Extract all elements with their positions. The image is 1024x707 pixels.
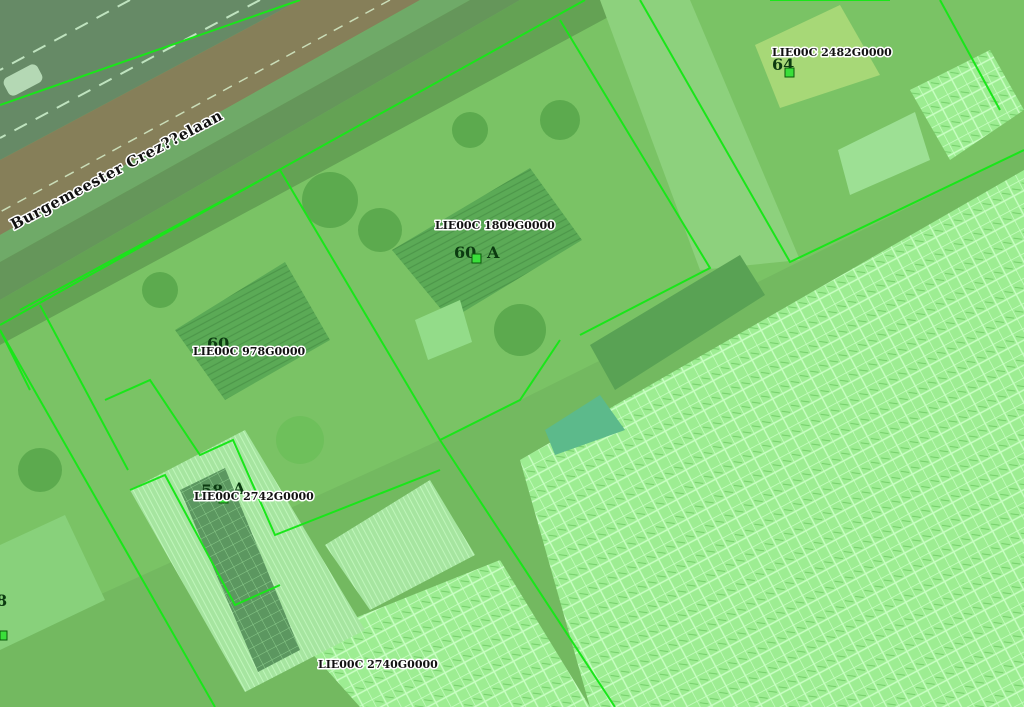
parcel-code: LIE00C 1809G0000	[435, 219, 555, 232]
parcel-code: LIE00C 2740G0000	[318, 658, 438, 671]
house-number-suffix: A	[486, 243, 500, 262]
house-number: 8	[0, 591, 7, 610]
parcel-label-2740[interactable]: LIE00C 2740G0000	[317, 657, 440, 673]
cadastral-map[interactable]: Burgemeester Crez??elaan LIE00C 2482G000…	[0, 0, 1024, 707]
address-marker	[0, 630, 8, 641]
address-marker	[784, 67, 795, 78]
map-canvas[interactable]: Burgemeester Crez??elaan LIE00C 2482G000…	[0, 0, 1024, 707]
parcel-code: LIE00C 978G0000	[193, 345, 305, 358]
address-marker	[471, 253, 482, 264]
parcel-code: LIE00C 2742G0000	[194, 490, 314, 503]
